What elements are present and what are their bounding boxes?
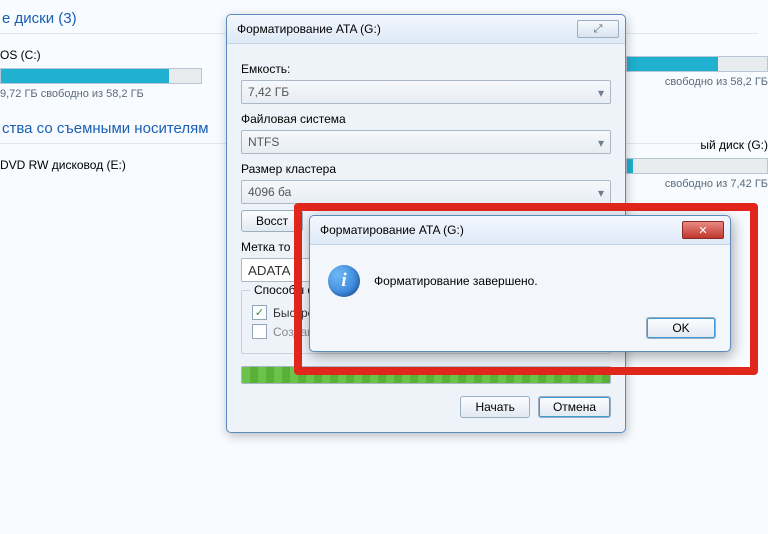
drive-right-2-stat: свободно из 7,42 ГБ: [626, 178, 768, 190]
format-titlebar[interactable]: Форматирование ATA (G:) ⤢: [227, 15, 625, 44]
capacity-label: Емкость:: [241, 62, 611, 76]
message-title: Форматирование ATA (G:): [320, 223, 464, 237]
close-icon: ✕: [698, 224, 707, 237]
start-button[interactable]: Начать: [460, 396, 530, 418]
cluster-label: Размер кластера: [241, 162, 611, 176]
drive-right-1-stat: свободно из 58,2 ГБ: [626, 76, 768, 88]
drive-right-1-bar: [626, 56, 768, 72]
filesystem-select[interactable]: NTFS ▾: [241, 130, 611, 154]
drive-right-2-title: ый диск (G:): [626, 138, 768, 152]
chevron-down-icon: ▾: [598, 136, 604, 150]
cluster-value: 4096 ба: [248, 185, 291, 199]
format-title: Форматирование ATA (G:): [237, 22, 381, 36]
drive-right-1[interactable]: свободно из 58,2 ГБ: [626, 56, 768, 88]
disks-section-title: е диски (3): [2, 10, 77, 27]
ok-button[interactable]: OK: [646, 317, 716, 339]
format-close-button[interactable]: ⤢: [577, 20, 619, 38]
close-icon: ⤢: [594, 23, 603, 36]
message-titlebar[interactable]: Форматирование ATA (G:) ✕: [310, 216, 730, 245]
message-text: Форматирование завершено.: [374, 274, 538, 288]
drive-c-capacity-bar: [0, 68, 202, 84]
filesystem-value: NTFS: [248, 135, 279, 149]
cluster-select[interactable]: 4096 ба ▾: [241, 180, 611, 204]
capacity-value: 7,42 ГБ: [248, 85, 289, 99]
message-dialog: Форматирование ATA (G:) ✕ i Форматирован…: [309, 215, 731, 352]
info-icon: i: [328, 265, 360, 297]
capacity-select[interactable]: 7,42 ГБ ▾: [241, 80, 611, 104]
cancel-button[interactable]: Отмена: [538, 396, 611, 418]
format-progress-bar: [241, 366, 611, 384]
restore-defaults-button[interactable]: Восст: [241, 210, 303, 232]
drive-right-2-bar: [626, 158, 768, 174]
message-close-button[interactable]: ✕: [682, 221, 724, 239]
checkbox-icon: ✓: [252, 324, 267, 339]
checkbox-icon: ✓: [252, 305, 267, 320]
filesystem-label: Файловая система: [241, 112, 611, 126]
chevron-down-icon: ▾: [598, 186, 604, 200]
drive-right-2[interactable]: ый диск (G:) свободно из 7,42 ГБ: [626, 138, 768, 190]
chevron-down-icon: ▾: [598, 86, 604, 100]
